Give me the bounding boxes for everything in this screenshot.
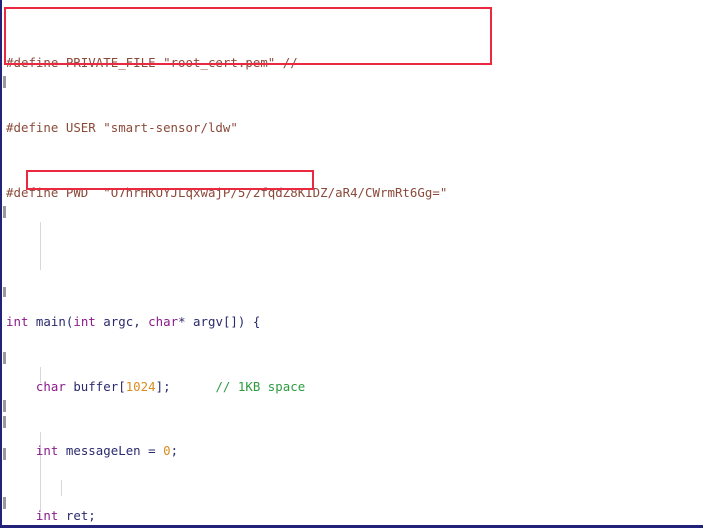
- number-literal: 1024: [125, 378, 156, 394]
- code-line[interactable]: int main(int argc, char* argv[]) {: [2, 314, 703, 330]
- code-text: * argv[]) {: [178, 313, 261, 329]
- code-line[interactable]: int messageLen = 0;: [2, 443, 703, 459]
- keyword-char: char: [35, 378, 66, 394]
- code-text: messageLen =: [58, 443, 164, 459]
- comment-kb-space: // 1KB space: [215, 378, 306, 394]
- number-literal: 0: [163, 443, 171, 459]
- preprocessor-define-pwd: #define PWD "O7hrHKUYJLqxwajP/5/2fqdZ8KI…: [6, 184, 448, 200]
- keyword-int: int: [73, 313, 96, 329]
- code-line[interactable]: int ret;: [2, 508, 703, 524]
- code-text: main(: [28, 313, 74, 329]
- code-text: buffer[: [65, 378, 126, 394]
- code-text: argc,: [95, 313, 149, 329]
- code-text: ];: [155, 378, 216, 394]
- keyword-int: int: [6, 313, 29, 329]
- preprocessor-define-user: #define USER "smart-sensor/ldw": [6, 120, 238, 136]
- keyword-int: int: [35, 507, 59, 523]
- code-text: ;: [170, 443, 179, 459]
- code-line[interactable]: char buffer[1024]; // 1KB space: [2, 379, 703, 395]
- code-line[interactable]: #define PWD "O7hrHKUYJLqxwajP/5/2fqdZ8KI…: [2, 185, 703, 201]
- code-line[interactable]: #define PRIVATE_FILE "root_cert.pem" //: [2, 55, 703, 71]
- keyword-char: char: [148, 313, 179, 329]
- code-text: ret;: [58, 507, 96, 523]
- code-line[interactable]: #define USER "smart-sensor/ldw": [2, 120, 703, 136]
- code-content[interactable]: #define PRIVATE_FILE "root_cert.pem" // …: [2, 7, 703, 525]
- keyword-int: int: [35, 443, 59, 459]
- code-line-blank[interactable]: [2, 249, 703, 265]
- code-editor[interactable]: #define PRIVATE_FILE "root_cert.pem" // …: [0, 0, 703, 528]
- preprocessor-define-private-file: #define PRIVATE_FILE "root_cert.pem" //: [6, 55, 298, 71]
